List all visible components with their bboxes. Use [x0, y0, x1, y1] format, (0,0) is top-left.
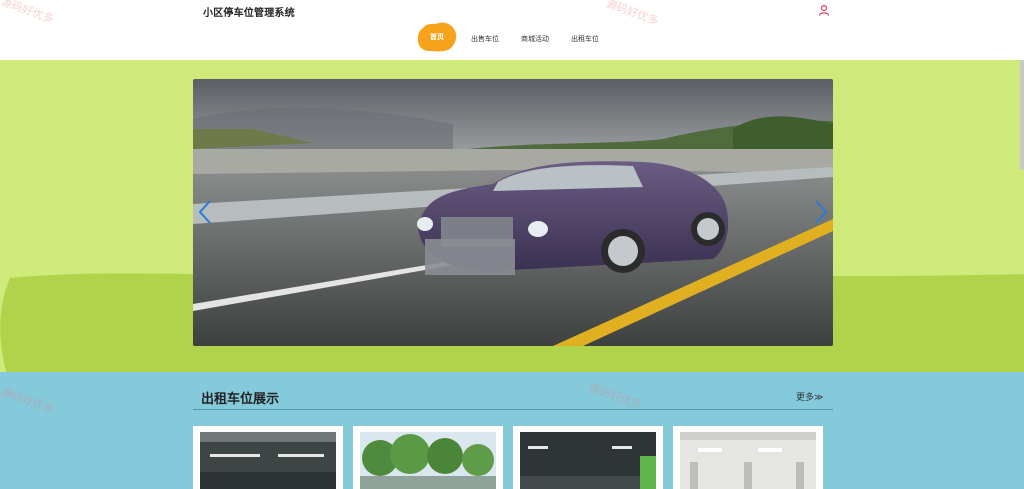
section-divider	[193, 409, 833, 410]
nav-item-mall-activity[interactable]: 商城活动	[521, 34, 549, 44]
parking-image-3	[520, 432, 656, 489]
nav-item-rent-parking[interactable]: 出租车位	[571, 34, 599, 44]
nav-item-sell-parking[interactable]: 出售车位	[471, 34, 499, 44]
parking-card-1[interactable]	[193, 426, 343, 489]
banner-carousel[interactable]	[193, 79, 833, 346]
rent-parking-section: 出租车位展示 更多≫	[0, 372, 1024, 489]
parking-card-3[interactable]	[513, 426, 663, 489]
banner-car-image	[193, 79, 833, 346]
user-icon[interactable]	[818, 4, 830, 16]
parking-card-2[interactable]	[353, 426, 503, 489]
header: 小区停车位管理系统 首页 出售车位 商城活动 出租车位	[0, 0, 1024, 60]
parking-card-4[interactable]	[673, 426, 823, 489]
carousel-prev-arrow[interactable]	[197, 199, 213, 225]
parking-image-2	[360, 432, 496, 489]
carousel-next-arrow[interactable]	[813, 199, 829, 225]
site-title: 小区停车位管理系统	[203, 8, 295, 19]
nav-item-home[interactable]: 首页	[417, 22, 457, 52]
section-title: 出租车位展示	[201, 392, 280, 407]
page-scrollbar[interactable]	[1020, 60, 1024, 170]
main-nav: 首页 出售车位 商城活动 出租车位	[0, 22, 1024, 52]
parking-image-4	[680, 432, 816, 489]
more-link[interactable]: 更多≫	[796, 390, 823, 403]
banner-section	[0, 60, 1024, 372]
nav-label-home: 首页	[430, 33, 444, 41]
parking-image-1	[200, 432, 336, 489]
